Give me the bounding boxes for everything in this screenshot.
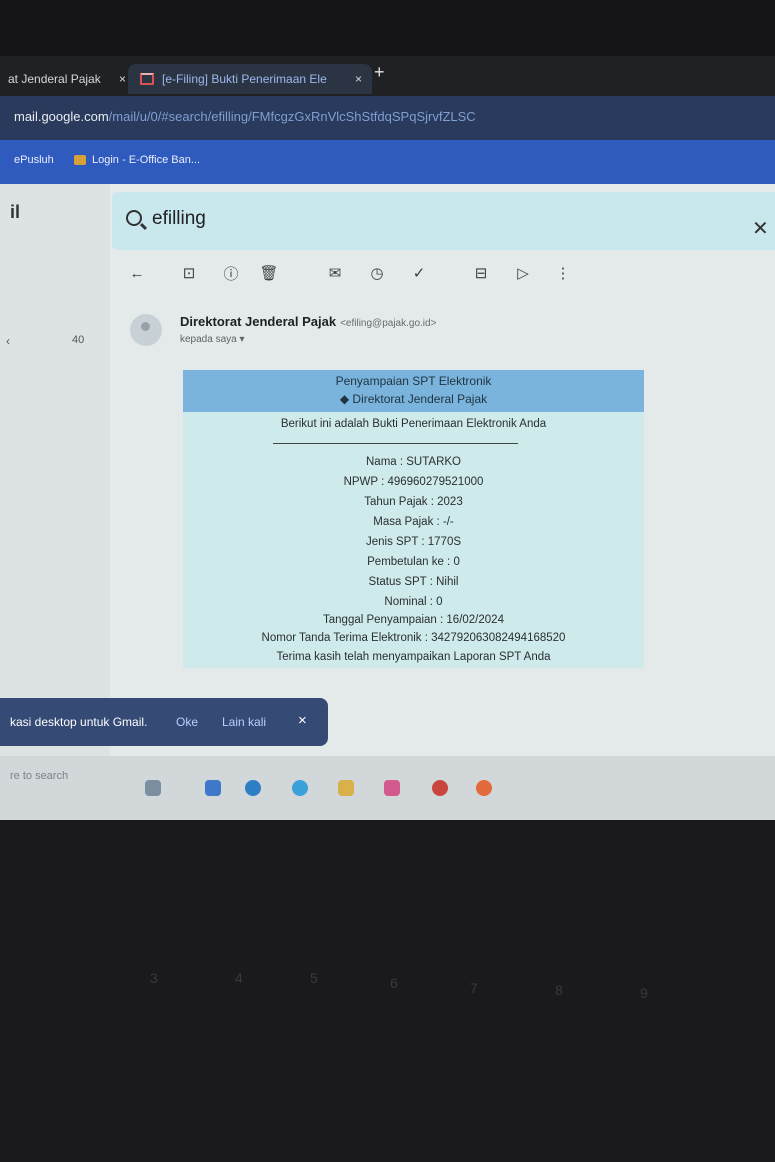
bookmark-epusluh[interactable]: ePusluh	[14, 154, 54, 166]
avatar[interactable]	[130, 314, 162, 346]
keyboard-key: 9	[640, 985, 648, 1001]
store-icon[interactable]	[384, 780, 400, 796]
divider	[273, 443, 518, 444]
message-toolbar: ← ⊡ ⓘ 🗑 ✉ ◷ ✓ ⊟ ▷ ⋮	[126, 262, 586, 292]
trash-icon[interactable]: 🗑	[258, 262, 280, 284]
bookmark-label: Login - E-Office Ban...	[92, 154, 201, 166]
taskbar: re to search	[0, 756, 775, 820]
receipt-header: Penyampaian SPT Elektronik ◆ Direktorat …	[183, 370, 644, 412]
folder-icon	[74, 155, 86, 165]
sender[interactable]: Direktorat Jenderal Pajak <efiling@pajak.…	[180, 314, 436, 329]
tab-strip: at Jenderal Pajak × [e-Filing] Bukti Pen…	[0, 56, 775, 96]
keyboard-key: 6	[390, 975, 398, 991]
tab-label: [e-Filing] Bukti Penerimaan Ele	[162, 72, 327, 86]
gmail-page: il ‹ 40 efilling ✕ ← ⊡ ⓘ 🗑 ✉ ◷ ✓ ⊟ ▷ ⋮ D…	[0, 184, 775, 784]
label-icon[interactable]: ▷	[512, 262, 534, 284]
field-tanggal: Tanggal Penyampaian : 16/02/2024	[323, 614, 504, 626]
tab-efiling[interactable]: [e-Filing] Bukti Penerimaan Ele ×	[128, 64, 372, 94]
gmail-logo[interactable]: il	[10, 202, 20, 223]
chrome-icon[interactable]	[476, 780, 492, 796]
field-jenis: Jenis SPT : 1770S	[365, 536, 462, 548]
move-to-icon[interactable]: ⊟	[470, 262, 492, 284]
field-nama: Nama : SUTARKO	[366, 456, 461, 468]
search-bar[interactable]: efilling ✕	[112, 192, 775, 250]
left-rail: il ‹ 40	[0, 184, 110, 784]
tab-direktorat[interactable]: at Jenderal Pajak ×	[0, 64, 136, 94]
receipt-thanks: Terima kasih telah menyampaikan Laporan …	[276, 651, 551, 663]
close-icon[interactable]: ✕	[752, 216, 769, 241]
url-host: mail.google.com	[14, 109, 109, 124]
field-pembetulan: Pembetulan ke : 0	[367, 556, 460, 568]
close-icon[interactable]: ×	[119, 72, 126, 86]
taskbar-search[interactable]: re to search	[10, 770, 68, 782]
ok-button[interactable]: Oke	[176, 715, 198, 729]
url-text[interactable]: mail.google.com/mail/u/0/#search/efillin…	[14, 109, 476, 124]
report-spam-icon[interactable]: ⓘ	[220, 262, 242, 284]
sender-email: <efiling@pajak.go.id>	[340, 318, 437, 329]
mark-unread-icon[interactable]: ✉	[324, 262, 346, 284]
field-npwp: NPWP : 496960279521000	[343, 476, 484, 488]
gmail-icon	[140, 73, 154, 85]
later-button[interactable]: Lain kali	[222, 715, 266, 729]
chrome-icon[interactable]	[432, 780, 448, 796]
receipt-title: Penyampaian SPT Elektronik	[335, 374, 492, 388]
close-icon[interactable]: ×	[355, 72, 362, 86]
chevron-left-icon[interactable]: ‹	[6, 334, 10, 348]
browser-icon[interactable]	[292, 780, 308, 796]
add-task-icon[interactable]: ✓	[408, 262, 430, 284]
search-input[interactable]: efilling	[152, 208, 206, 230]
widgets-icon[interactable]	[145, 780, 161, 796]
search-icon[interactable]	[126, 210, 142, 226]
file-explorer-icon[interactable]	[205, 780, 221, 796]
keyboard-key: 4	[235, 970, 243, 986]
keyboard-key: 8	[555, 982, 563, 998]
arrow-left-icon[interactable]: ←	[126, 262, 148, 284]
top-bezel	[0, 0, 775, 56]
more-vert-icon[interactable]: ⋮	[552, 262, 574, 284]
address-bar[interactable]: mail.google.com/mail/u/0/#search/efillin…	[0, 96, 775, 140]
receipt-intro: Berikut ini adalah Bukti Penerimaan Elek…	[280, 418, 547, 430]
new-tab-button[interactable]: +	[374, 62, 385, 83]
keyboard-area: 3 4 5 6 7 8 9	[0, 820, 775, 1162]
keyboard-key: 5	[310, 970, 318, 986]
clock-icon[interactable]: ◷	[366, 262, 388, 284]
sender-name: Direktorat Jenderal Pajak	[180, 314, 337, 329]
bookmark-label: ePusluh	[14, 154, 54, 166]
tab-label: at Jenderal Pajak	[8, 72, 101, 86]
folder-icon[interactable]	[338, 780, 354, 796]
bookmark-eoffice[interactable]: Login - E-Office Ban...	[74, 154, 200, 166]
url-path: /mail/u/0/#search/efilling/FMfcgzGxRnVlc…	[108, 109, 476, 124]
keyboard-key: 3	[150, 970, 158, 986]
field-masa: Masa Pajak : -/-	[373, 516, 454, 528]
field-ntte: Nomor Tanda Terima Elektronik : 34279206…	[261, 632, 566, 644]
receipt-box: Penyampaian SPT Elektronik ◆ Direktorat …	[183, 370, 644, 668]
field-status: Status SPT : Nihil	[368, 576, 459, 588]
field-nominal: Nominal : 0	[384, 596, 443, 608]
close-icon[interactable]: ×	[298, 712, 307, 729]
receipt-subtitle: ◆ Direktorat Jenderal Pajak	[339, 392, 488, 406]
desktop-notification-banner: kasi desktop untuk Gmail. Oke Lain kali …	[0, 698, 328, 746]
recipient-dropdown[interactable]: kepada saya ▾	[180, 334, 245, 345]
field-tahun: Tahun Pajak : 2023	[364, 496, 463, 508]
bookmarks-bar: ePusluh Login - E-Office Ban...	[0, 140, 775, 184]
notification-message: kasi desktop untuk Gmail.	[10, 715, 148, 729]
keyboard-key: 7	[470, 980, 478, 996]
edge-icon[interactable]	[245, 780, 261, 796]
archive-icon[interactable]: ⊡	[178, 262, 200, 284]
rail-count: 40	[72, 334, 85, 346]
